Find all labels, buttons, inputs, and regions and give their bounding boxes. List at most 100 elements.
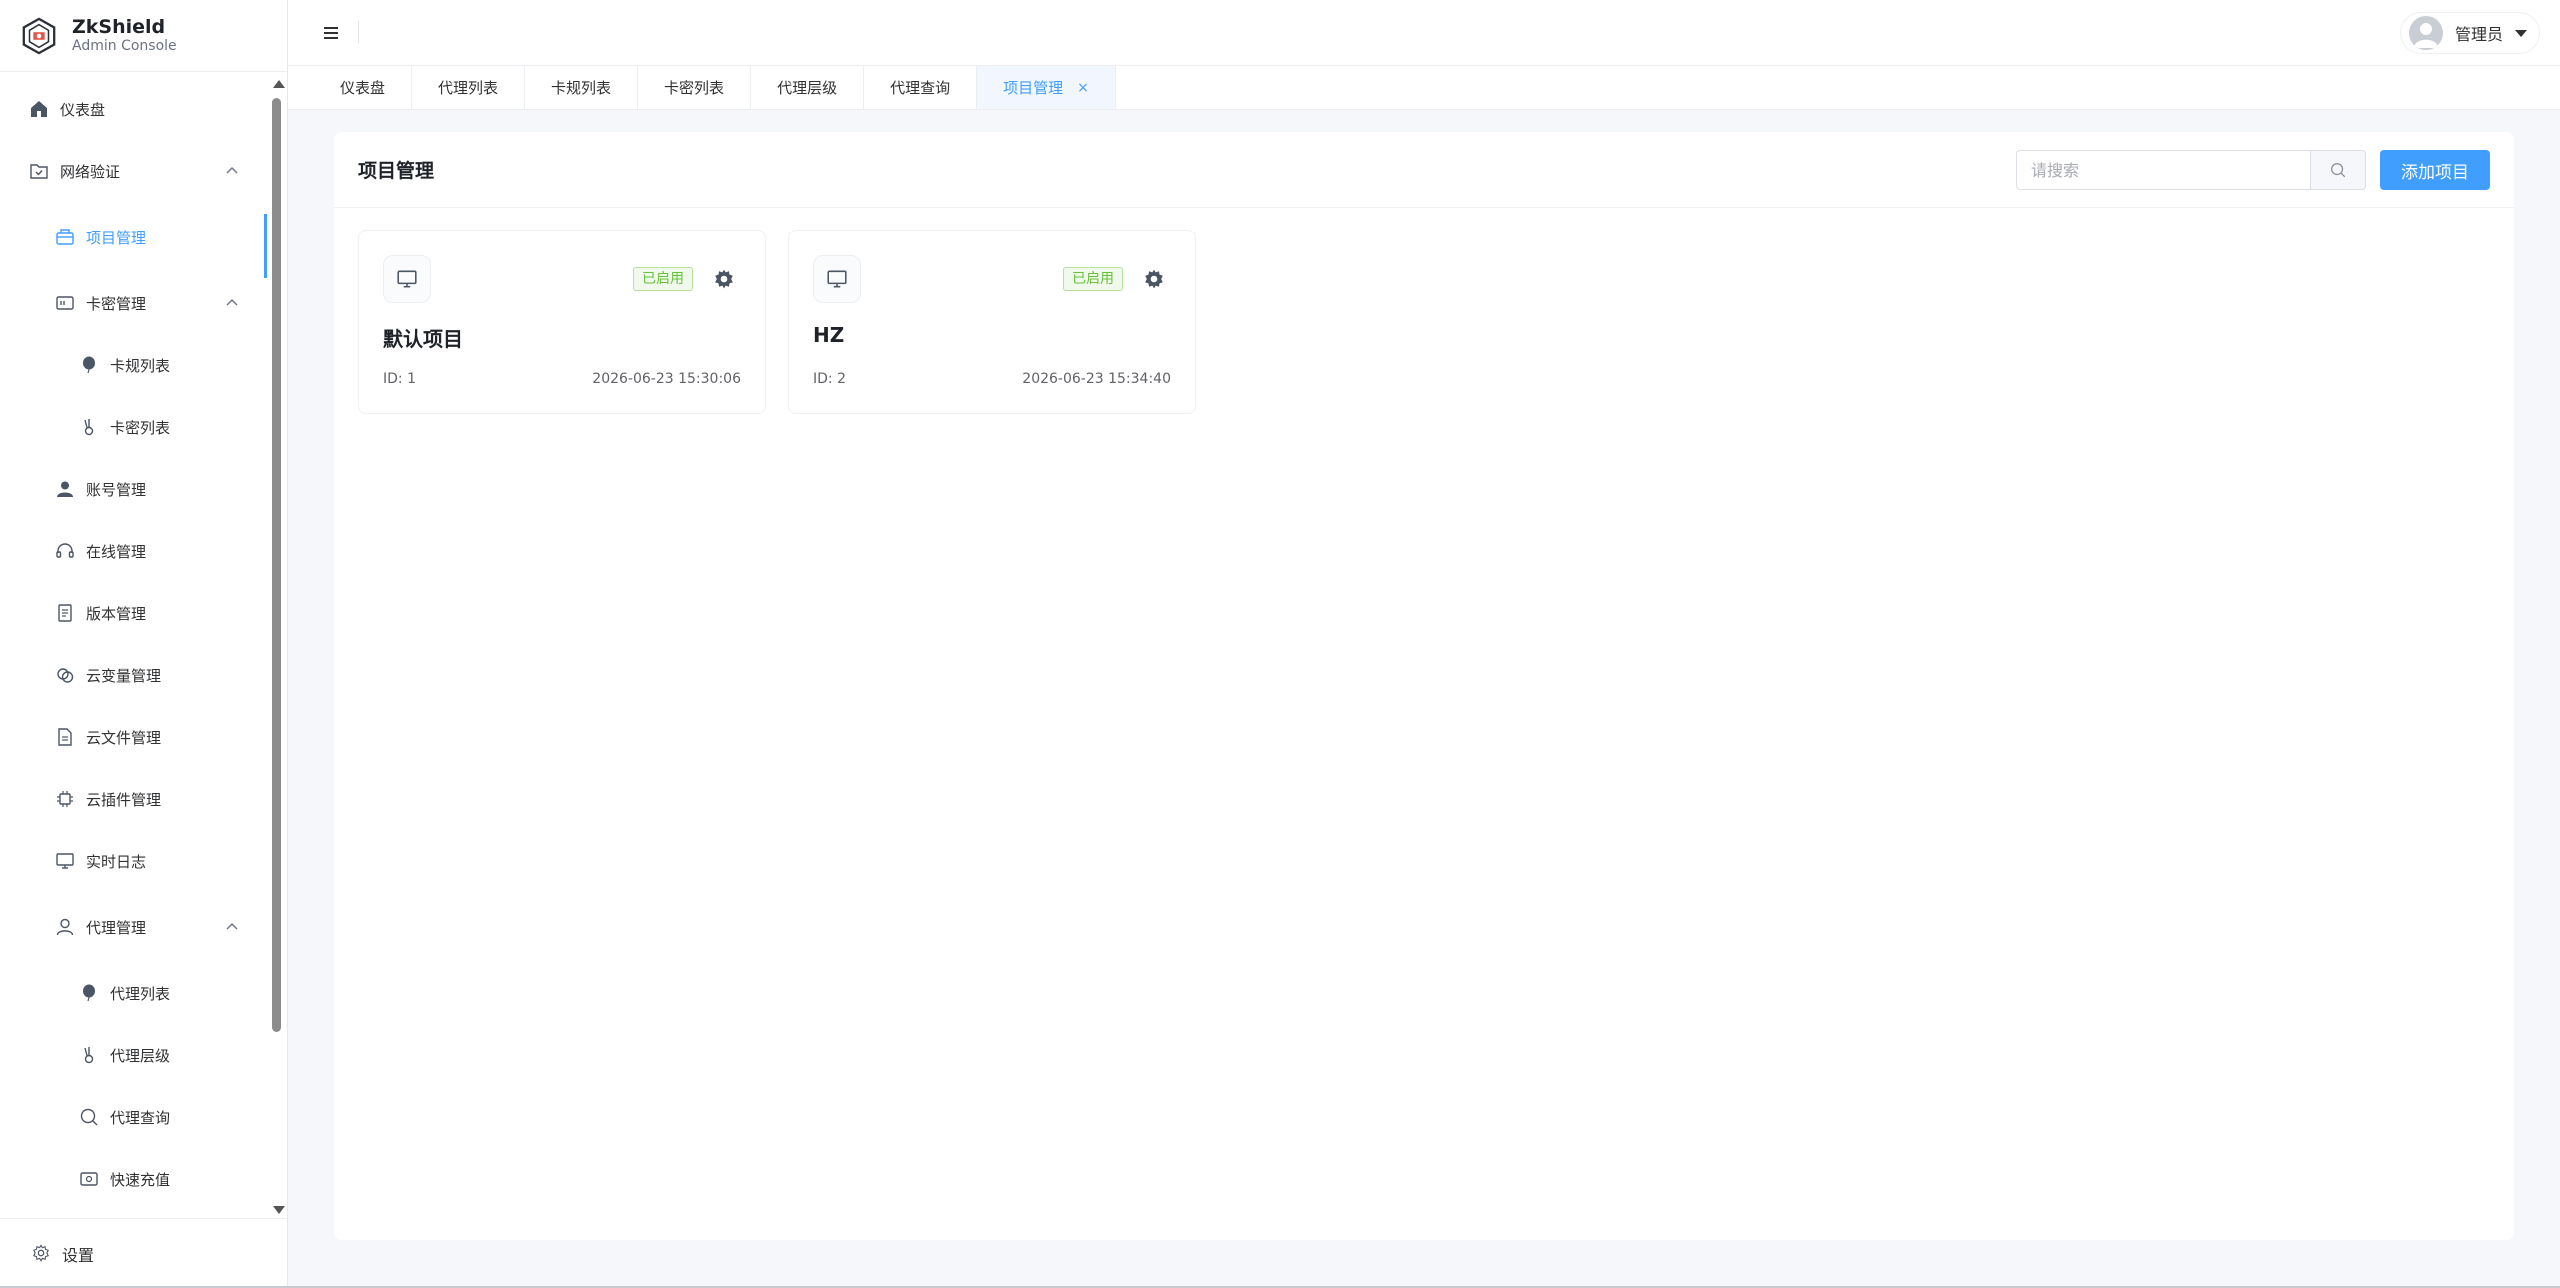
scroll-up-arrow-icon[interactable] <box>273 80 285 88</box>
project-created-time: 2026-06-23 15:34:40 <box>1022 371 1171 387</box>
sidebar-item-account-management[interactable]: 账号管理 <box>0 464 268 514</box>
sidebar-item-label: 仪表盘 <box>60 100 106 119</box>
sidebar-item-agent-levels[interactable]: 代理层级 <box>0 1030 268 1080</box>
sidebar-item-version-management[interactable]: 版本管理 <box>0 588 268 638</box>
sidebar-item-label: 版本管理 <box>86 604 147 623</box>
tab-label: 代理查询 <box>890 79 951 97</box>
tab-label: 仪表盘 <box>340 79 386 97</box>
project-card[interactable]: 已启用 HZ ID: 2 2026-06-23 15:34:40 <box>788 230 1196 414</box>
project-name: HZ <box>813 323 845 347</box>
scroll-thumb[interactable] <box>272 98 281 1032</box>
tab-dashboard[interactable]: 仪表盘 <box>314 66 413 109</box>
gear-icon[interactable] <box>1143 268 1165 290</box>
sidebar-item-cloud-plugins[interactable]: 云插件管理 <box>0 774 268 824</box>
sidebar-item-dashboard[interactable]: 仪表盘 <box>0 84 268 134</box>
status-badge: 已启用 <box>633 267 693 291</box>
settings-label: 设置 <box>62 1245 95 1265</box>
user-outline-icon <box>54 916 76 938</box>
close-icon[interactable]: × <box>1077 80 1089 96</box>
chevron-up-icon <box>226 299 238 306</box>
tab-label: 卡规列表 <box>551 79 612 97</box>
key-icon <box>78 1044 100 1066</box>
sidebar-item-label: 云文件管理 <box>86 728 162 747</box>
sidebar-item-label: 云变量管理 <box>86 666 162 685</box>
project-id: ID: 2 <box>813 371 846 387</box>
sidebar-item-cloud-files[interactable]: 云文件管理 <box>0 712 268 762</box>
brand[interactable]: ZkShield Admin Console <box>0 0 287 72</box>
sidebar-item-agent-query[interactable]: 代理查询 <box>0 1092 268 1142</box>
user-avatar-icon <box>2413 23 2438 48</box>
sidebar-item-agent-list[interactable]: 代理列表 <box>0 968 268 1018</box>
sidebar-item-realtime-logs[interactable]: 实时日志 <box>0 836 268 886</box>
panel-header: 项目管理 添加项目 <box>334 132 2514 208</box>
sidebar-item-card-management[interactable]: 卡密管理 <box>0 278 268 328</box>
project-card-list: 已启用 默认项目 ID: 1 2026-06-23 15:30:06 已启用 H… <box>358 230 1196 414</box>
user-menu[interactable]: 管理员 <box>2399 12 2540 54</box>
monitor-icon <box>383 255 431 303</box>
avatar <box>2408 16 2443 50</box>
project-name: 默认项目 <box>383 327 463 351</box>
chip-icon <box>54 788 76 810</box>
sidebar-item-project-management[interactable]: 项目管理 <box>0 212 268 262</box>
sidebar-item-card-rules[interactable]: 卡规列表 <box>0 340 268 390</box>
tab-agent-levels[interactable]: 代理层级 <box>751 66 865 109</box>
file-icon <box>54 726 76 748</box>
search-icon <box>2331 163 2346 178</box>
sidebar-item-quick-recharge[interactable]: 快速充值 <box>0 1154 268 1204</box>
status-badge: 已启用 <box>1063 267 1123 291</box>
chevron-up-icon <box>226 923 238 930</box>
tab-agent-list[interactable]: 代理列表 <box>412 66 526 109</box>
search-input[interactable] <box>2016 150 2310 190</box>
sidebar-item-network-auth[interactable]: 网络验证 <box>0 146 268 196</box>
add-project-button[interactable]: 添加项目 <box>2380 150 2490 190</box>
briefcase-icon <box>54 226 76 248</box>
sidebar-item-label: 实时日志 <box>86 852 147 871</box>
sidebar-item-cloud-variables[interactable]: 云变量管理 <box>0 650 268 700</box>
gear-icon[interactable] <box>713 268 735 290</box>
header-divider <box>358 20 359 44</box>
hamburger-menu-icon[interactable] <box>320 22 342 44</box>
sidebar-item-card-list[interactable]: 卡密列表 <box>0 402 268 452</box>
sidebar-item-label: 在线管理 <box>86 542 147 561</box>
home-icon <box>28 98 50 120</box>
monitor-icon <box>54 850 76 872</box>
tab-card-list[interactable]: 卡密列表 <box>638 66 752 109</box>
project-created-time: 2026-06-23 15:30:06 <box>592 371 741 387</box>
user-icon <box>54 478 76 500</box>
tab-label: 代理层级 <box>777 79 838 97</box>
sidebar-item-settings[interactable]: 设置 <box>0 1218 288 1288</box>
top-header: 管理员 <box>288 0 2560 66</box>
tab-bar: 仪表盘 代理列表 卡规列表 卡密列表 代理层级 代理查询 项目管理 × <box>288 66 2560 110</box>
sidebar-item-label: 卡规列表 <box>110 356 171 375</box>
brand-title: ZkShield <box>72 15 166 38</box>
scroll-down-arrow-icon[interactable] <box>273 1206 285 1214</box>
sidebar-item-agent-management[interactable]: 代理管理 <box>0 902 268 952</box>
active-indicator <box>264 214 267 278</box>
project-id: ID: 1 <box>383 371 416 387</box>
sidebar-scrollbar[interactable] <box>270 76 285 1216</box>
project-card[interactable]: 已启用 默认项目 ID: 1 2026-06-23 15:30:06 <box>358 230 766 414</box>
sidebar-item-label: 网络验证 <box>60 162 121 181</box>
shield-logo-icon <box>22 17 56 54</box>
caret-down-icon <box>2515 29 2527 37</box>
sidebar-menu: 仪表盘 网络验证 项目管理 卡密管理 卡规列表 卡密列表 账号管理 在线管理 版… <box>0 76 268 1216</box>
tab-label: 项目管理 <box>1003 79 1064 97</box>
tab-label: 卡密列表 <box>664 79 725 97</box>
tab-agent-query[interactable]: 代理查询 <box>864 66 978 109</box>
search-button[interactable] <box>2310 150 2366 190</box>
tab-project-management[interactable]: 项目管理 × <box>977 66 1116 109</box>
search-box <box>2016 150 2366 190</box>
user-name: 管理员 <box>2454 25 2503 44</box>
sidebar-item-online-management[interactable]: 在线管理 <box>0 526 268 576</box>
balloon-icon <box>78 354 100 376</box>
sidebar-item-label: 代理层级 <box>110 1046 171 1065</box>
sidebar-item-label: 云插件管理 <box>86 790 162 809</box>
headset-icon <box>54 540 76 562</box>
balloon-icon <box>78 982 100 1004</box>
sidebar-item-label: 卡密列表 <box>110 418 171 437</box>
sidebar-item-label: 账号管理 <box>86 480 147 499</box>
key-icon <box>78 416 100 438</box>
tab-card-rules[interactable]: 卡规列表 <box>525 66 639 109</box>
sidebar-item-label: 卡密管理 <box>86 294 147 313</box>
chevron-up-icon <box>226 167 238 174</box>
